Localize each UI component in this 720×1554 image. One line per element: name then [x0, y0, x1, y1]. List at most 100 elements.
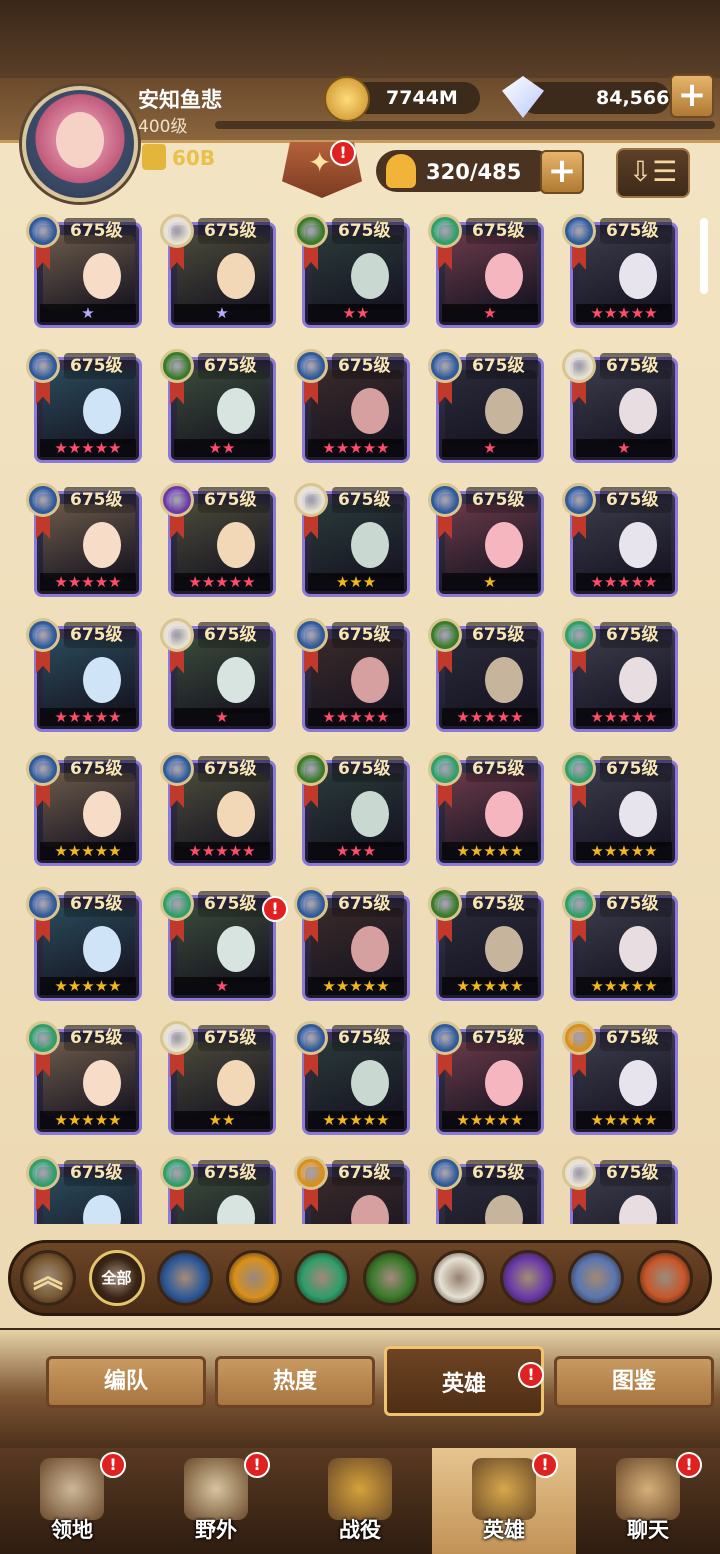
hero-face [83, 1194, 121, 1224]
hero-level: 675级 [64, 621, 136, 648]
hero-card[interactable]: ★★ 675级 [160, 1021, 276, 1135]
hero-portrait [445, 369, 537, 444]
grid-scrollbar[interactable] [700, 218, 708, 294]
hero-portrait [177, 1042, 269, 1116]
hero-card[interactable]: 675级 [26, 1155, 142, 1224]
hero-card[interactable]: ★★★★★ 675级 [562, 617, 678, 732]
hero-face [217, 522, 255, 568]
add-gems-button[interactable]: + [670, 74, 714, 118]
hero-stars: ★★★ [335, 573, 377, 591]
hero-face [619, 1194, 657, 1224]
hero-card[interactable]: ★★★★★ 675级 [294, 617, 410, 732]
hero-portrait [311, 907, 403, 982]
hero-card[interactable]: ★★★★★ 675级 [294, 1021, 410, 1135]
hero-level: 675级 [332, 756, 404, 782]
hero-card[interactable]: ★ 675级 [160, 886, 276, 1001]
hero-level: 675级 [600, 1025, 672, 1051]
faction-filter-graveborn[interactable] [362, 1250, 419, 1306]
hero-card[interactable]: ★ 675级 [160, 617, 276, 732]
faction-filter-collapse[interactable]: ︽ [20, 1250, 76, 1306]
hero-card[interactable]: ★★★★★ 675级 [26, 886, 142, 1001]
faction-filter-lightbearer[interactable] [157, 1250, 213, 1306]
faction-filter-celestial[interactable] [431, 1250, 487, 1306]
lightbearer-emblem-icon [428, 483, 462, 517]
hero-card[interactable]: ★★★ 675级 [294, 483, 410, 597]
hero-card[interactable]: 675级 [160, 1155, 276, 1224]
hero-card[interactable]: ★★ 675级 [294, 214, 410, 328]
hero-card[interactable]: ★★★★★ 675级 [562, 752, 678, 866]
tab-0[interactable]: 编队 [46, 1356, 206, 1408]
hero-card[interactable]: ★★★★★ 675级 [428, 617, 544, 732]
graveborn-emblem-icon [160, 348, 194, 383]
hero-card[interactable]: 675级 [294, 1155, 410, 1224]
nav-icon-2 [328, 1458, 392, 1520]
hero-card[interactable]: 675级 [428, 1155, 544, 1224]
hero-portrait [177, 235, 269, 309]
hero-level: 675级 [198, 218, 270, 244]
hero-card[interactable]: ★★★★★ 675级 [428, 752, 544, 866]
hero-level: 675级 [466, 890, 538, 917]
hero-face [217, 1194, 255, 1224]
hero-card[interactable]: ★★★★★ 675级 [428, 886, 544, 1001]
hero-face [351, 387, 389, 434]
hero-card[interactable]: ★★★★★ 675级 [160, 752, 276, 866]
wilder-emblem-icon [562, 886, 596, 921]
faction-filter-mauler[interactable] [225, 1250, 282, 1306]
lightbearer-emblem-icon [294, 886, 328, 921]
hero-card[interactable]: ★ 675级 [562, 348, 678, 463]
hero-face [485, 253, 523, 299]
faction-filter-dimensional[interactable] [568, 1250, 624, 1306]
faction-filter-all[interactable]: 全部 [88, 1250, 145, 1306]
hero-face [485, 791, 523, 837]
hero-card[interactable]: ★ 675级 [160, 214, 276, 328]
hero-portrait [177, 907, 269, 982]
hero-card[interactable]: ★★★★★ 675级 [562, 483, 678, 597]
hero-level: 675级 [466, 756, 538, 782]
hero-card[interactable]: ★★★★★ 675级 [294, 348, 410, 463]
nav-icon-3 [472, 1458, 536, 1520]
tab-3[interactable]: 图鉴 [554, 1356, 714, 1408]
faction-label [434, 1253, 484, 1303]
hero-card[interactable]: ★★★★★ 675级 [428, 1021, 544, 1135]
hero-level: 675级 [198, 1159, 270, 1186]
hero-portrait [579, 235, 671, 309]
hero-level: 675级 [198, 352, 270, 379]
faction-label: 全部 [101, 1269, 132, 1287]
nav-2[interactable]: 战役 [288, 1448, 432, 1554]
hero-card[interactable]: ★★★★★ 675级 [294, 886, 410, 1001]
hero-card[interactable]: ★ 675级 [26, 214, 142, 328]
player-avatar[interactable] [22, 86, 138, 202]
hero-level: 675级 [198, 487, 270, 513]
celestial-emblem-icon [160, 214, 194, 248]
hero-card[interactable]: ★★★★★ 675级 [160, 483, 276, 597]
faction-filter-hypogean[interactable] [499, 1250, 556, 1306]
hero-stars: ★ [81, 304, 95, 322]
hero-card[interactable]: ★★★★★ 675级 [26, 1021, 142, 1135]
nav-alert-badge: ! [532, 1452, 558, 1478]
hero-card[interactable]: ★★★★★ 675级 [562, 1021, 678, 1135]
tab-1[interactable]: 热度 [215, 1356, 375, 1408]
hero-card[interactable]: ★★ 675级 [160, 348, 276, 463]
hero-level: 675级 [466, 1159, 538, 1186]
hero-card[interactable]: ★ 675级 [428, 348, 544, 463]
hero-card[interactable]: ★★★★★ 675级 [26, 752, 142, 866]
hero-level: 675级 [600, 621, 672, 648]
hero-level: 675级 [64, 756, 136, 782]
hero-card[interactable]: 675级 [562, 1155, 678, 1224]
expand-slots-button[interactable]: + [540, 150, 584, 194]
hero-card[interactable]: ★★★★★ 675级 [562, 214, 678, 328]
hero-card[interactable]: ★ 675级 [428, 214, 544, 328]
hero-card[interactable]: ★★★★★ 675级 [26, 483, 142, 597]
sort-button[interactable]: ⇩☰ [616, 148, 690, 198]
hero-stars: ★★★★★ [456, 707, 524, 726]
hero-card[interactable]: ★ 675级 [428, 483, 544, 597]
mauler-emblem-icon [294, 1155, 328, 1190]
lightbearer-emblem-icon [26, 752, 60, 786]
hero-card[interactable]: ★★★ 675级 [294, 752, 410, 866]
hero-card[interactable]: ★★★★★ 675级 [26, 348, 142, 463]
hero-card[interactable]: ★★★★★ 675级 [562, 886, 678, 1001]
hero-card[interactable]: ★★★★★ 675级 [26, 617, 142, 732]
hero-face [83, 522, 121, 568]
faction-filter-wilder[interactable] [294, 1250, 350, 1306]
faction-filter-dragon[interactable] [636, 1250, 693, 1306]
